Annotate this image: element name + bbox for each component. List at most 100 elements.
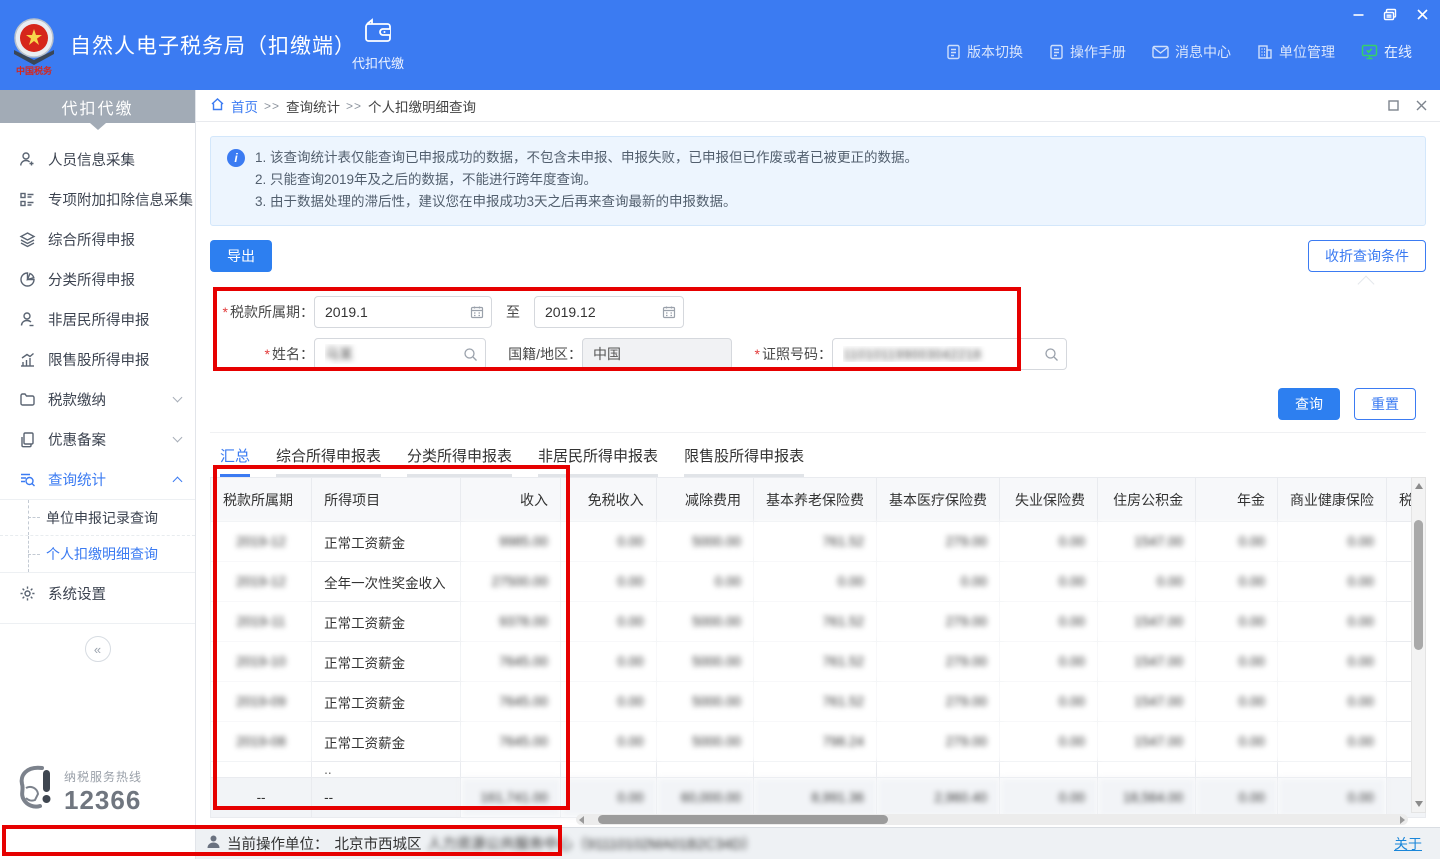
vertical-scrollbar[interactable] <box>1411 477 1426 813</box>
copy-icon <box>18 430 36 448</box>
table-row[interactable]: 2019-11正常工资薪金9378.000.005000.00761.52279… <box>211 602 1426 642</box>
online-status[interactable]: 在线 <box>1361 42 1412 62</box>
horizontal-scroll-thumb[interactable] <box>598 815 888 824</box>
query-actions: 查询 重置 <box>210 380 1426 433</box>
scroll-left-arrow[interactable] <box>579 816 584 824</box>
table-cell: 1547.00 <box>1098 642 1196 682</box>
table-cell: 761.52 <box>753 642 876 682</box>
table-total-row[interactable]: ----161,741.000.0060,000.008,991.362,960… <box>211 778 1426 818</box>
tab-summary[interactable]: 汇总 <box>220 445 250 477</box>
sidebar-item-query-statistics[interactable]: 查询统计 <box>0 459 195 499</box>
hotline-number: 12366 <box>64 785 142 816</box>
about-link[interactable]: 关于 <box>1394 834 1422 854</box>
menu-message-center[interactable]: 消息中心 <box>1152 42 1231 62</box>
column-header: 税款所属期 <box>211 478 312 522</box>
sidebar-subitem-unit-declaration-query[interactable]: 单位申报记录查询 <box>0 500 195 536</box>
column-header: 所得项目 <box>312 478 461 522</box>
menu-manual[interactable]: 操作手册 <box>1049 42 1126 62</box>
table-cell: 1547.00 <box>1098 602 1196 642</box>
sidebar-item-restricted-stock[interactable]: 限售股所得申报 <box>0 339 195 379</box>
table-row[interactable]: 2019-08正常工资薪金7645.000.005000.00798.24279… <box>211 722 1426 762</box>
sidebar-item-preferential-filing[interactable]: 优惠备案 <box>0 419 195 459</box>
table-cell: 0.00 <box>999 642 1097 682</box>
breadcrumb-home[interactable]: 首页 <box>231 96 258 116</box>
table-cell: 0.00 <box>999 778 1097 818</box>
table-cell: 正常工资薪金 <box>312 602 461 642</box>
tab-restricted-stock[interactable]: 限售股所得申报表 <box>684 445 804 477</box>
tab-comprehensive-income[interactable]: 综合所得申报表 <box>276 445 381 477</box>
table-cell: 279.00 <box>876 682 999 722</box>
table-cell <box>876 762 999 778</box>
table-cell: 2019-12 <box>211 522 312 562</box>
table-row[interactable]: .. <box>211 762 1426 778</box>
table-cell: 0.00 <box>1098 562 1196 602</box>
sidebar: 代扣代缴 人员信息采集 专项附加扣除信息采集 综合所得申报 分类所得申报 <box>0 90 196 859</box>
period-from-field <box>314 296 492 328</box>
table-cell: 7645.00 <box>460 722 560 762</box>
cert-input[interactable] <box>832 338 1067 370</box>
table-cell: 0.00 <box>560 682 656 722</box>
table-cell: 5000.00 <box>656 642 753 682</box>
collapse-filter-button[interactable]: 收折查询条件 <box>1308 240 1426 272</box>
sidebar-item-label: 系统设置 <box>48 583 181 604</box>
sidebar-item-comprehensive-income[interactable]: 综合所得申报 <box>0 219 195 259</box>
required-asterisk: * <box>265 346 270 362</box>
table-cell: 279.00 <box>876 522 999 562</box>
table-cell: 0.00 <box>1196 522 1278 562</box>
nationality-input[interactable] <box>582 338 732 370</box>
minimize-button[interactable] <box>1350 6 1366 22</box>
table-cell: 0.00 <box>1196 778 1278 818</box>
table-row[interactable]: 2019-12正常工资薪金9985.000.005000.00761.52279… <box>211 522 1426 562</box>
tab-withholding-module[interactable]: 代扣代缴 <box>352 18 404 72</box>
reset-button[interactable]: 重置 <box>1354 388 1416 420</box>
current-unit-prefix: 当前操作单位： <box>227 833 329 854</box>
sidebar-item-nonresident-income[interactable]: 非居民所得申报 <box>0 299 195 339</box>
column-header: 商业健康保险 <box>1277 478 1386 522</box>
table-cell <box>1098 762 1196 778</box>
table-cell: 正常工资薪金 <box>312 722 461 762</box>
close-button[interactable] <box>1414 6 1430 22</box>
table-row[interactable]: 2019-12全年一次性奖金收入27500.000.000.000.000.00… <box>211 562 1426 602</box>
export-button[interactable]: 导出 <box>210 240 272 272</box>
table-cell: 2019-11 <box>211 602 312 642</box>
horizontal-scrollbar[interactable] <box>576 814 1408 825</box>
home-icon[interactable] <box>210 97 225 114</box>
scroll-right-arrow[interactable] <box>1400 816 1405 824</box>
calendar-icon[interactable] <box>470 305 484 319</box>
results-table: 税款所属期所得项目收入免税收入减除费用基本养老保险费基本医疗保险费失业保险费住房… <box>210 477 1426 818</box>
period-from-input[interactable] <box>314 296 492 328</box>
table-cell: 0.00 <box>560 522 656 562</box>
name-input[interactable] <box>314 338 486 370</box>
pane-maximize-icon[interactable] <box>1386 99 1400 113</box>
pane-close-icon[interactable] <box>1414 99 1428 113</box>
menu-unit-management[interactable]: 单位管理 <box>1257 42 1335 62</box>
tab-nonresident-income[interactable]: 非居民所得申报表 <box>538 445 658 477</box>
scroll-up-arrow[interactable] <box>1415 483 1423 489</box>
sidebar-item-personnel-info[interactable]: 人员信息采集 <box>0 139 195 179</box>
sidebar-subitem-personal-withholding-query[interactable]: 个人扣缴明细查询 <box>0 536 195 572</box>
table-row[interactable]: 2019-10正常工资薪金7645.000.005000.00761.52279… <box>211 642 1426 682</box>
table-cell: -- <box>312 778 461 818</box>
document-icon <box>1049 44 1064 60</box>
table-cell: 0.00 <box>1277 602 1386 642</box>
sidebar-item-system-settings[interactable]: 系统设置 <box>0 573 195 613</box>
sidebar-item-classified-income[interactable]: 分类所得申报 <box>0 259 195 299</box>
hotline-headset-icon <box>12 764 56 819</box>
sidebar-item-special-deduction[interactable]: 专项附加扣除信息采集 <box>0 179 195 219</box>
sidebar-collapse-button[interactable]: « <box>85 636 111 662</box>
calendar-icon[interactable] <box>662 305 676 319</box>
menu-version-switch[interactable]: 版本切换 <box>946 42 1023 62</box>
sidebar-item-tax-payment[interactable]: 税款缴纳 <box>0 379 195 419</box>
table-row[interactable]: 2019-09正常工资薪金7645.000.005000.00761.52279… <box>211 682 1426 722</box>
table-cell: 0.00 <box>1196 562 1278 602</box>
scroll-down-arrow[interactable] <box>1415 801 1423 807</box>
query-button[interactable]: 查询 <box>1278 388 1340 420</box>
vertical-scroll-thumb[interactable] <box>1414 520 1423 650</box>
table-cell: 27500.00 <box>460 562 560 602</box>
tab-classified-income[interactable]: 分类所得申报表 <box>407 445 512 477</box>
search-icon[interactable] <box>463 347 478 362</box>
search-icon[interactable] <box>1044 347 1059 362</box>
table-cell <box>211 762 312 778</box>
bar-chart-icon <box>18 350 36 368</box>
restore-button[interactable] <box>1382 6 1398 22</box>
